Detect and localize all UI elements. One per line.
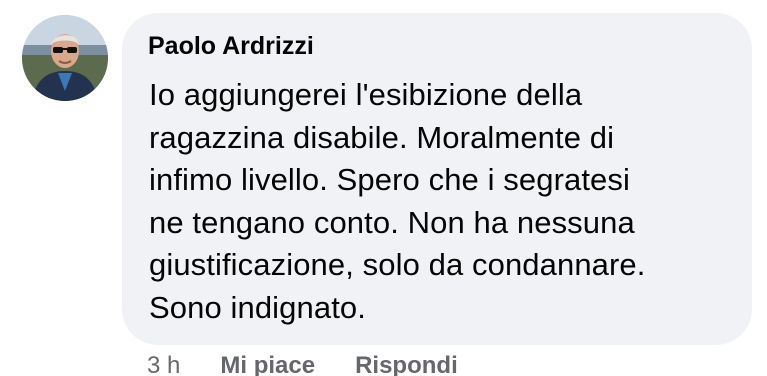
avatar[interactable] bbox=[22, 15, 108, 101]
comment-timestamp[interactable]: 3 h bbox=[147, 352, 180, 376]
reply-button[interactable]: Rispondi bbox=[355, 352, 458, 376]
comment-text: Io aggiungerei l'esibizione della ragazz… bbox=[149, 77, 646, 325]
comment-actions: 3 h Mi piace Rispondi bbox=[147, 352, 458, 376]
user-avatar-icon bbox=[22, 15, 108, 101]
comment: Paolo Ardrizzi Io aggiungerei l'esibizio… bbox=[0, 0, 767, 376]
like-button[interactable]: Mi piace bbox=[220, 352, 315, 376]
comment-author[interactable]: Paolo Ardrizzi bbox=[148, 31, 314, 61]
